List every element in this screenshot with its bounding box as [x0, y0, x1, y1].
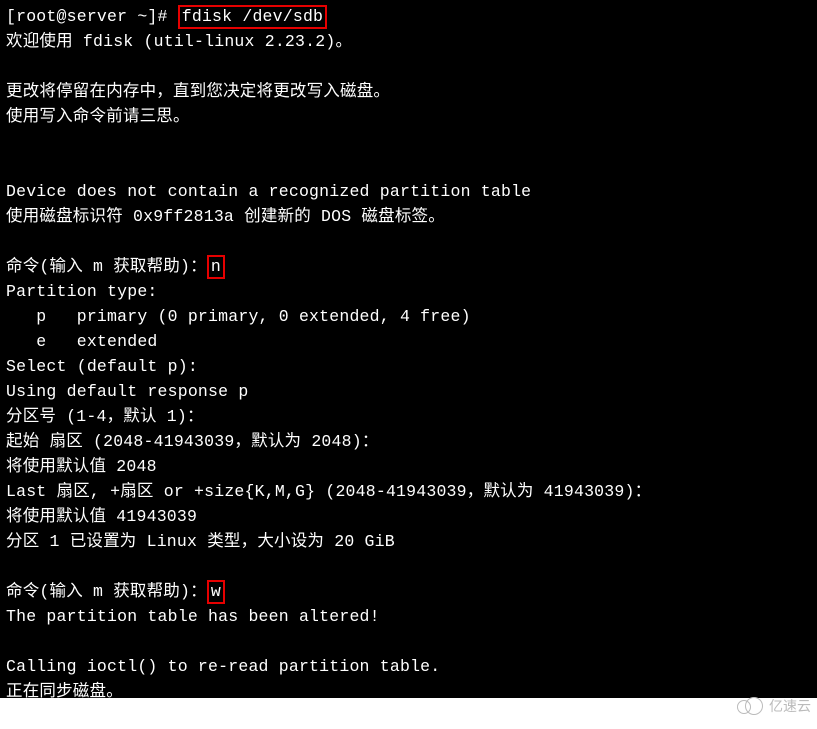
watermark: 亿速云 — [737, 696, 811, 716]
prompt-help-line-w: 命令(输入 m 获取帮助)：w — [6, 582, 225, 601]
cloud-icon — [737, 697, 765, 715]
output-line: 起始 扇区 (2048-41943039，默认为 2048)： — [6, 432, 379, 451]
output-line: 将使用默认值 2048 — [6, 457, 157, 476]
cursor-icon — [178, 708, 188, 726]
prompt: [root@server ~]# — [6, 707, 178, 726]
output-line: 使用磁盘标识符 0x9ff2813a 创建新的 DOS 磁盘标签。 — [6, 207, 445, 226]
output-line: The partition table has been altered! — [6, 607, 380, 626]
output-line: 分区 1 已设置为 Linux 类型，大小设为 20 GiB — [6, 532, 395, 551]
output-line: Partition type: — [6, 282, 158, 301]
watermark-text: 亿速云 — [769, 696, 811, 716]
output-line: Device does not contain a recognized par… — [6, 182, 531, 201]
prompt-line-1: [root@server ~]# fdisk /dev/sdb — [6, 7, 327, 26]
output-line: 更改将停留在内存中，直到您决定将更改写入磁盘。 — [6, 82, 390, 101]
prompt-line-final[interactable]: [root@server ~]# — [6, 707, 188, 726]
output-line: 分区号 (1-4，默认 1)： — [6, 407, 204, 426]
terminal-window[interactable]: [root@server ~]# fdisk /dev/sdb 欢迎使用 fdi… — [0, 0, 817, 698]
input-highlight-w: w — [207, 580, 225, 604]
output-line: Last 扇区, +扇区 or +size{K,M,G} (2048-41943… — [6, 482, 651, 501]
prompt: [root@server ~]# — [6, 7, 178, 26]
output-line: 正在同步磁盘。 — [6, 682, 123, 701]
output-line: 使用写入命令前请三思。 — [6, 107, 190, 126]
output-line: Calling ioctl() to re-read partition tab… — [6, 657, 440, 676]
output-line: e extended — [6, 332, 158, 351]
prompt-help-line-n: 命令(输入 m 获取帮助)：n — [6, 257, 225, 276]
output-line: 欢迎使用 fdisk (util-linux 2.23.2)。 — [6, 32, 352, 51]
output-line: 将使用默认值 41943039 — [6, 507, 197, 526]
output-line: Select (default p): — [6, 357, 198, 376]
input-highlight-n: n — [207, 255, 225, 279]
command-highlight-fdisk: fdisk /dev/sdb — [178, 5, 327, 29]
output-line: Using default response p — [6, 382, 248, 401]
output-line: p primary (0 primary, 0 extended, 4 free… — [6, 307, 471, 326]
